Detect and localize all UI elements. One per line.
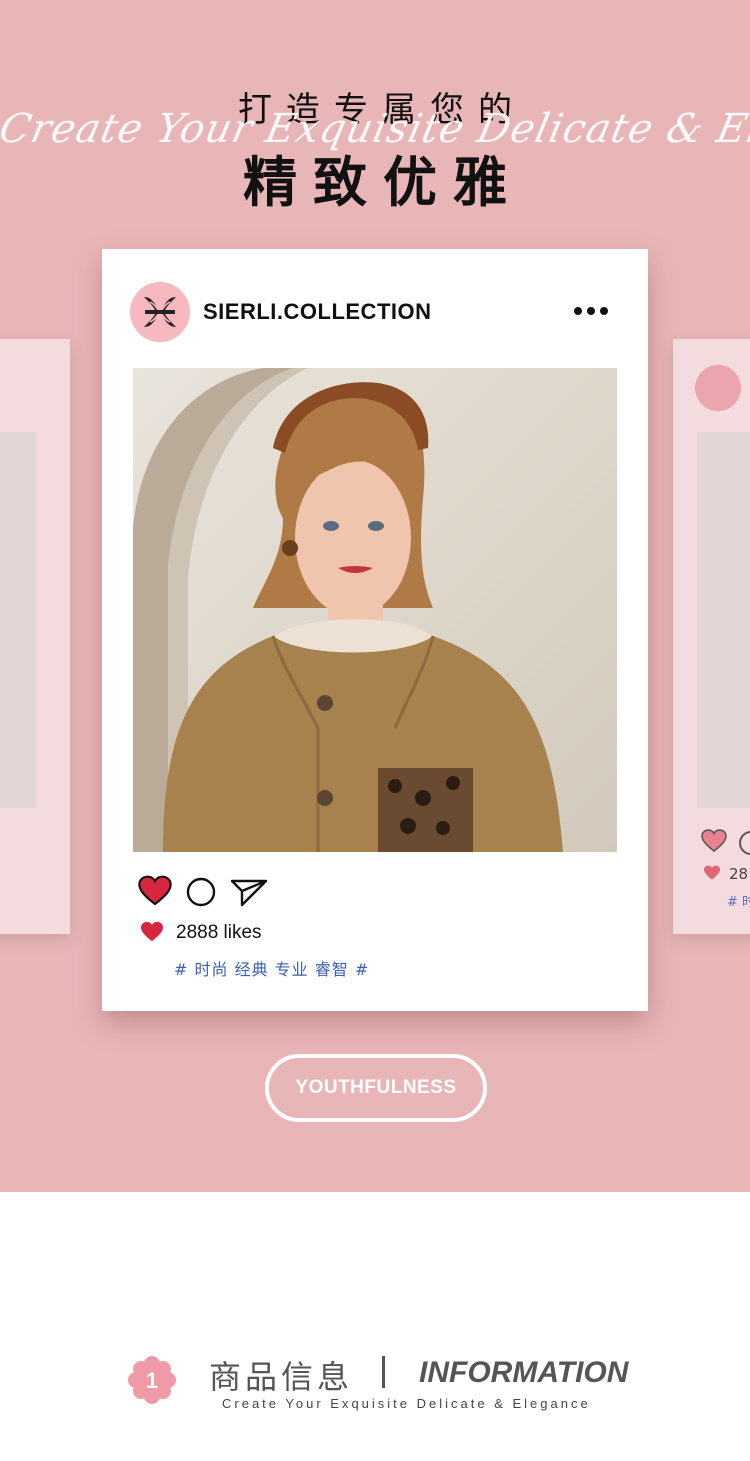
youthfulness-badge: YOUTHFULNESS xyxy=(265,1054,487,1122)
brand-logo-icon xyxy=(144,297,176,327)
side-card-left xyxy=(0,339,70,934)
comment-icon xyxy=(739,831,750,855)
side-hashtags: # 时 xyxy=(727,895,750,910)
post-hashtags[interactable]: # 时尚 经典 专业 睿智 # xyxy=(174,956,369,980)
heart-icon xyxy=(704,865,720,880)
comment-icon[interactable] xyxy=(186,877,216,907)
title-divider xyxy=(382,1356,385,1388)
share-send-icon[interactable] xyxy=(230,877,268,907)
like-heart-icon[interactable] xyxy=(138,875,172,907)
avatar[interactable] xyxy=(130,282,190,342)
number-badge-flower-icon: 1 xyxy=(128,1356,176,1404)
hero-title-main: 精致优雅 xyxy=(243,151,523,214)
section-title-cn: 商品信息 xyxy=(209,1358,354,1396)
hero-banner: 打造专属您的 Create Your Exquisite Delicate & … xyxy=(0,0,750,1192)
side-card-right: 28 # 时 xyxy=(673,339,750,934)
likes-count: 2888 likes xyxy=(176,922,262,943)
more-options-icon[interactable] xyxy=(574,307,608,315)
section-number: 1 xyxy=(146,1368,158,1393)
information-section-header: 1 商品信息 INFORMATION Create Your Exquisite… xyxy=(0,1340,750,1420)
side-card-logo xyxy=(695,365,741,411)
heart-icon xyxy=(701,829,727,852)
section-title-en: INFORMATION xyxy=(419,1356,629,1389)
side-card-right-photo xyxy=(697,432,750,808)
section-subtitle: Create Your Exquisite Delicate & Eleganc… xyxy=(222,1396,591,1411)
model-illustration xyxy=(133,368,563,852)
side-likes-count: 28 xyxy=(729,865,749,883)
heart-icon xyxy=(141,921,163,942)
side-card-left-photo xyxy=(0,432,36,808)
post-photo xyxy=(133,368,617,852)
post-username[interactable]: SIERLI.COLLECTION xyxy=(203,299,432,325)
post-card: SIERLI.COLLECTION 2888 likes # 时尚 经典 专业 … xyxy=(102,249,648,1011)
